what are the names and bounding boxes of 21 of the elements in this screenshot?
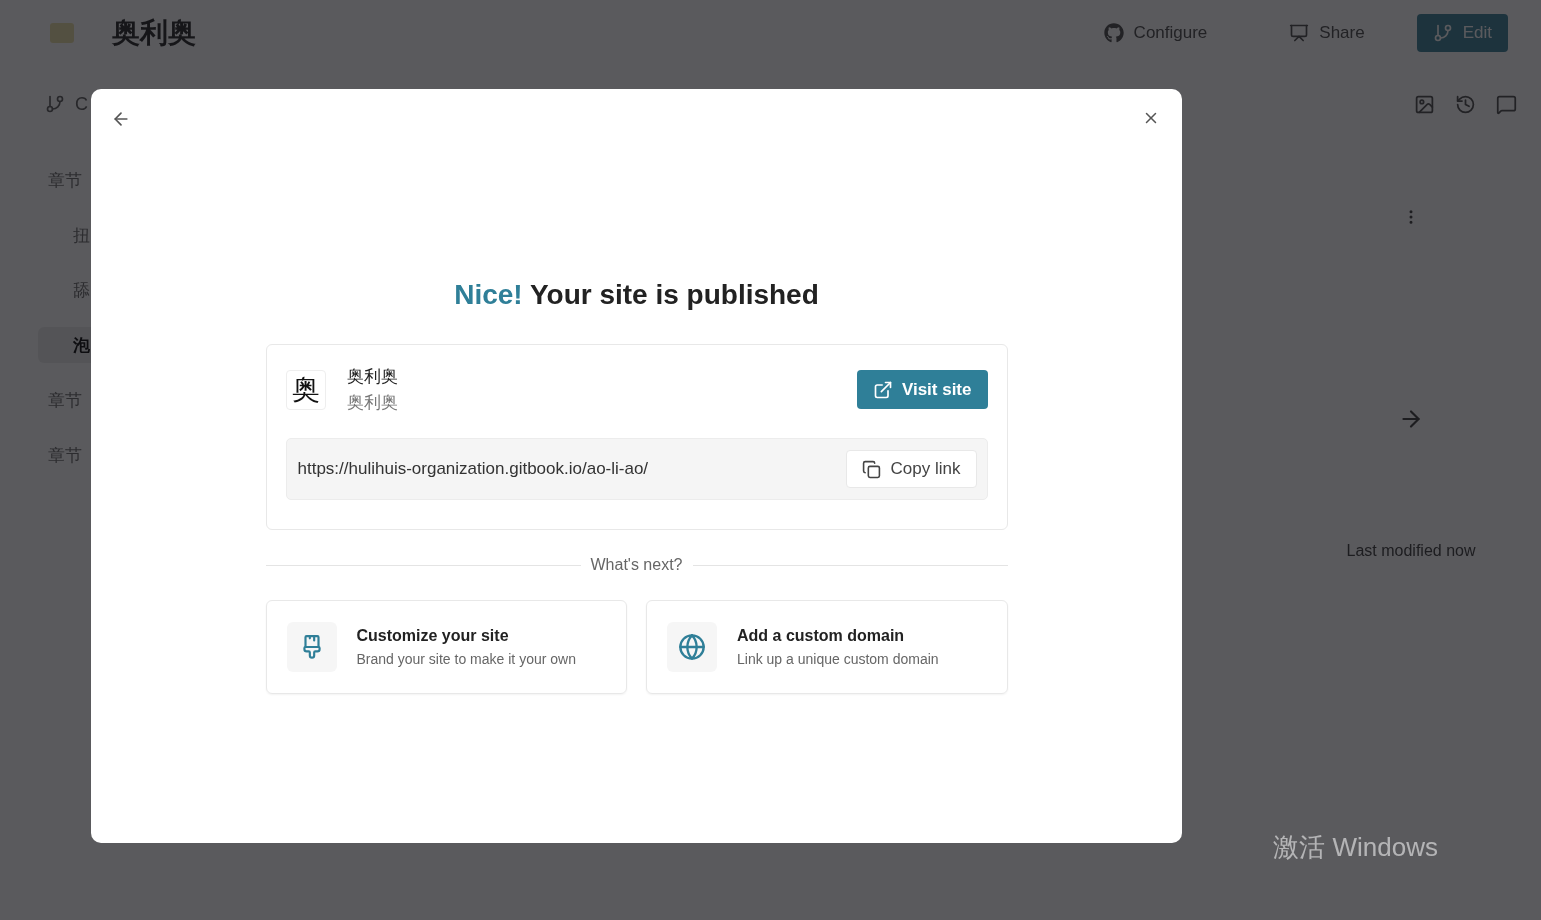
last-modified-text: Last modified now — [1346, 542, 1476, 560]
site-subtitle: 奥利奥 — [346, 392, 399, 414]
url-field[interactable]: https://hulihuis-organization.gitbook.io/ao-li-ao/ Copy link — [285, 438, 988, 500]
step-title: Customize your site — [356, 627, 510, 645]
next-step-card[interactable]: Add a custom domain Link up a unique custom domain — [646, 600, 1008, 694]
activation-notice: 激活 Windows — [1273, 831, 1438, 864]
section-heading: What's next? — [590, 556, 683, 574]
visit-site-button[interactable]: Visit site — [856, 370, 988, 409]
external-link-icon — [872, 379, 893, 400]
site-name: 奥利奥 — [346, 366, 399, 388]
copy-icon — [861, 459, 881, 479]
dialog-title: Nice! Your site is published — [454, 279, 819, 311]
site-url: https://hulihuis-organization.gitbook.io/ao-li-ao/ — [297, 459, 650, 479]
copy-link-button[interactable]: Copy link — [845, 450, 977, 488]
globe-icon — [678, 633, 706, 661]
site-title: 奥利奥 — [112, 16, 197, 50]
next-step-card[interactable]: Customize your site Brand your site to make it your own — [265, 600, 627, 694]
step-title: Add a custom domain — [737, 627, 906, 645]
site-icon: 奥 — [285, 369, 326, 410]
step-description: Brand your site to make it your own — [356, 651, 576, 667]
step-description: Link up a unique custom domain — [737, 651, 939, 667]
